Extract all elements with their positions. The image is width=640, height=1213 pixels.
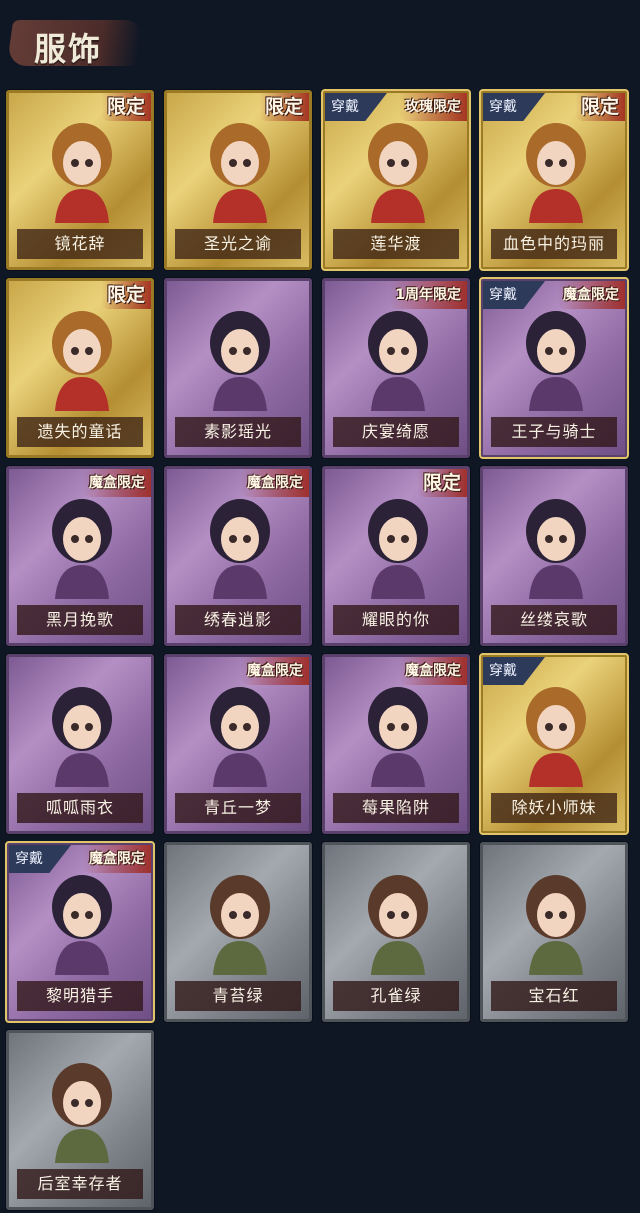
- costume-card[interactable]: 穿戴 除妖小师妹: [479, 653, 629, 835]
- character-portrait-icon: [52, 687, 112, 787]
- costume-name: 耀眼的你: [333, 605, 459, 635]
- costume-name: 镜花辞: [17, 229, 143, 259]
- costume-name: 王子与骑士: [491, 417, 617, 447]
- portrait-area: [509, 675, 603, 787]
- costume-card[interactable]: 魔盒限定 穿戴 黎明猎手: [5, 841, 155, 1023]
- character-portrait-icon: [526, 311, 586, 411]
- character-portrait-icon: [526, 499, 586, 599]
- character-portrait-icon: [368, 499, 428, 599]
- costume-name: 莓果陷阱: [333, 793, 459, 823]
- costume-card[interactable]: 魔盒限定黑月挽歌: [6, 466, 154, 646]
- costume-card[interactable]: 呱呱雨衣: [6, 654, 154, 834]
- character-portrait-icon: [52, 1063, 112, 1163]
- character-portrait-icon: [368, 687, 428, 787]
- portrait-area: [509, 863, 603, 975]
- portrait-area: [35, 487, 129, 599]
- portrait-area: [193, 487, 287, 599]
- limited-tag: 魔盒限定: [399, 657, 467, 685]
- costume-card[interactable]: 玫瑰限定 穿戴 莲华渡: [321, 89, 471, 271]
- costume-card[interactable]: 丝缕哀歌: [480, 466, 628, 646]
- costume-card[interactable]: 限定耀眼的你: [322, 466, 470, 646]
- costume-name: 素影瑶光: [175, 417, 301, 447]
- limited-tag: 限定: [258, 93, 309, 121]
- portrait-area: [35, 299, 129, 411]
- costume-name: 遗失的童话: [17, 417, 143, 447]
- limited-tag: 限定: [100, 93, 151, 121]
- character-portrait-icon: [52, 123, 112, 223]
- portrait-area: [509, 111, 603, 223]
- limited-tag: 魔盒限定: [241, 469, 309, 497]
- portrait-area: [351, 299, 445, 411]
- costume-name: 丝缕哀歌: [491, 605, 617, 635]
- character-portrait-icon: [210, 875, 270, 975]
- costume-name: 后室幸存者: [17, 1169, 143, 1199]
- character-portrait-icon: [210, 687, 270, 787]
- costume-name: 孔雀绿: [333, 981, 459, 1011]
- costume-name: 圣光之谕: [175, 229, 301, 259]
- character-portrait-icon: [526, 687, 586, 787]
- costume-card[interactable]: 魔盒限定莓果陷阱: [322, 654, 470, 834]
- costume-name: 莲华渡: [333, 229, 459, 259]
- costume-name: 黑月挽歌: [17, 605, 143, 635]
- limited-tag: 魔盒限定: [557, 281, 625, 309]
- costume-card[interactable]: 魔盒限定青丘一梦: [164, 654, 312, 834]
- costume-card[interactable]: 限定镜花辞: [6, 90, 154, 270]
- character-portrait-icon: [210, 123, 270, 223]
- character-portrait-icon: [52, 875, 112, 975]
- costume-card[interactable]: 魔盒限定绣春逍影: [164, 466, 312, 646]
- costume-name: 宝石红: [491, 981, 617, 1011]
- costume-card[interactable]: 青苔绿: [164, 842, 312, 1022]
- portrait-area: [35, 111, 129, 223]
- character-portrait-icon: [368, 123, 428, 223]
- portrait-area: [193, 675, 287, 787]
- character-portrait-icon: [368, 875, 428, 975]
- portrait-area: [509, 299, 603, 411]
- costume-name: 呱呱雨衣: [17, 793, 143, 823]
- costume-card[interactable]: 限定 穿戴 血色中的玛丽: [479, 89, 629, 271]
- portrait-area: [351, 675, 445, 787]
- portrait-area: [509, 487, 603, 599]
- costume-name: 绣春逍影: [175, 605, 301, 635]
- portrait-area: [351, 487, 445, 599]
- limited-tag: 魔盒限定: [83, 845, 151, 873]
- limited-tag: 魔盒限定: [83, 469, 151, 497]
- character-portrait-icon: [210, 311, 270, 411]
- costume-card[interactable]: 孔雀绿: [322, 842, 470, 1022]
- limited-tag: 1周年限定: [389, 281, 467, 309]
- costume-name: 青苔绿: [175, 981, 301, 1011]
- character-portrait-icon: [52, 311, 112, 411]
- character-portrait-icon: [368, 311, 428, 411]
- costume-card[interactable]: 限定圣光之谕: [164, 90, 312, 270]
- portrait-area: [351, 111, 445, 223]
- costume-name: 青丘一梦: [175, 793, 301, 823]
- character-portrait-icon: [526, 875, 586, 975]
- costume-card[interactable]: 1周年限定庆宴绮愿: [322, 278, 470, 458]
- costume-card[interactable]: 限定遗失的童话: [6, 278, 154, 458]
- portrait-area: [193, 111, 287, 223]
- costume-name: 血色中的玛丽: [491, 229, 617, 259]
- limited-tag: 玫瑰限定: [399, 93, 467, 121]
- costume-grid: 限定 镜花辞 限定 圣光之谕 玫瑰限定 穿戴 莲华渡 限定 穿戴 血色中的玛丽 限定 遗失的童话 素影瑶…: [0, 0, 640, 1213]
- portrait-area: [193, 299, 287, 411]
- portrait-area: [351, 863, 445, 975]
- costume-card[interactable]: 宝石红: [480, 842, 628, 1022]
- limited-tag: 魔盒限定: [241, 657, 309, 685]
- limited-tag: 限定: [416, 469, 467, 497]
- costume-name: 除妖小师妹: [491, 793, 617, 823]
- character-portrait-icon: [526, 123, 586, 223]
- portrait-area: [35, 863, 129, 975]
- character-portrait-icon: [52, 499, 112, 599]
- portrait-area: [35, 675, 129, 787]
- costume-name: 庆宴绮愿: [333, 417, 459, 447]
- portrait-area: [193, 863, 287, 975]
- character-portrait-icon: [210, 499, 270, 599]
- limited-tag: 限定: [100, 281, 151, 309]
- costume-card[interactable]: 魔盒限定 穿戴 王子与骑士: [479, 277, 629, 459]
- limited-tag: 限定: [574, 93, 625, 121]
- costume-name: 黎明猎手: [17, 981, 143, 1011]
- costume-card[interactable]: 素影瑶光: [164, 278, 312, 458]
- portrait-area: [35, 1051, 129, 1163]
- costume-card[interactable]: 后室幸存者: [6, 1030, 154, 1210]
